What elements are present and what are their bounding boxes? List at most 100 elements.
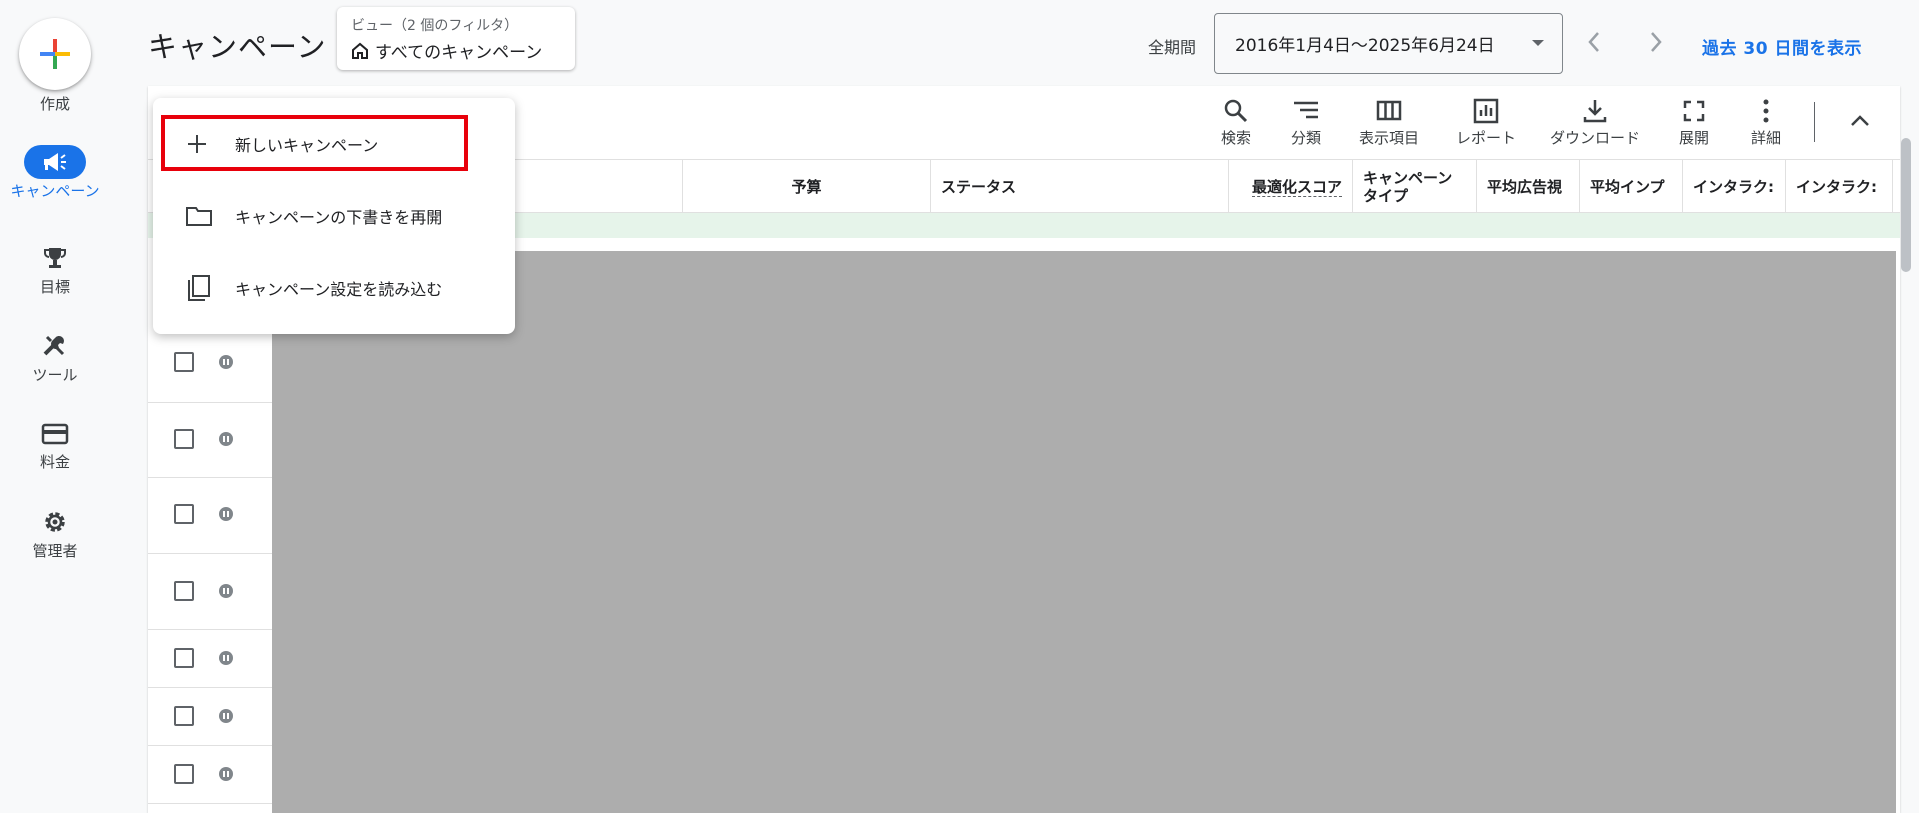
toolbar-divider (1814, 102, 1815, 142)
reports-button[interactable]: レポート (1446, 98, 1526, 148)
menu-item-resume-draft[interactable]: キャンペーンの下書きを再開 (153, 187, 515, 245)
table-row[interactable] (148, 688, 272, 746)
row-checkbox[interactable] (174, 504, 194, 524)
nav-item-campaigns[interactable]: キャンペーン (0, 145, 110, 200)
table-row[interactable] (148, 630, 272, 688)
row-checkbox[interactable] (174, 648, 194, 668)
paused-status-icon (219, 651, 233, 665)
column-header-label: インタラク: (1693, 178, 1774, 196)
reports-label: レポート (1455, 129, 1516, 147)
more-label: 詳細 (1750, 129, 1781, 147)
nav-item-tools[interactable]: ツール (0, 332, 110, 385)
home-icon (352, 42, 368, 59)
dropdown-caret-icon (1532, 40, 1544, 46)
column-header-label: 平均インプ (1590, 178, 1665, 196)
chevron-left-icon[interactable] (1586, 30, 1602, 54)
tools-icon (43, 335, 65, 356)
columns-icon (1376, 100, 1402, 121)
nav-item-label: キャンペーン (10, 182, 100, 200)
expand-button[interactable]: 展開 (1674, 98, 1714, 148)
column-header-campaign-type[interactable]: キャンペーン タイプ (1352, 160, 1476, 214)
column-header-optimization-score[interactable]: 最適化スコア (1228, 160, 1352, 214)
create-button[interactable] (19, 18, 91, 90)
chevron-right-icon[interactable] (1648, 30, 1664, 54)
column-header-label: インタラク: (1796, 178, 1877, 196)
column-header-label: 最適化スコア (1251, 177, 1342, 197)
search-label: 検索 (1220, 129, 1251, 147)
column-header-label: 予算 (791, 178, 822, 196)
nav-item-goals[interactable]: 目標 (0, 244, 110, 297)
search-button[interactable]: 検索 (1206, 98, 1266, 148)
show-last-30-days-link[interactable]: 過去 30 日間を表示 (1702, 34, 1862, 59)
plus-colorful-icon (40, 39, 70, 69)
download-button[interactable]: ダウンロード (1540, 98, 1650, 148)
table-row[interactable] (148, 478, 272, 554)
highlight-box (161, 115, 468, 171)
paused-status-icon (219, 709, 233, 723)
fullscreen-icon (1683, 100, 1705, 122)
column-header-avg-impressions[interactable]: 平均インプ (1579, 160, 1682, 214)
credit-card-icon (41, 423, 69, 445)
segment-icon (1294, 101, 1318, 119)
download-icon (1583, 100, 1607, 123)
search-icon (1224, 99, 1248, 123)
columns-label: 表示項目 (1358, 129, 1419, 147)
column-header-label: ステータス (941, 178, 1017, 196)
nav-item-label: ツール (32, 366, 78, 384)
paused-status-icon (219, 584, 233, 598)
more-vert-icon (1763, 99, 1769, 123)
view-subtitle: ビュー（2 個のフィルタ） (351, 18, 519, 34)
date-range-select[interactable]: 2016年1月4日〜2025年6月24日 (1214, 13, 1563, 74)
date-range-value: 2016年1月4日〜2025年6月24日 (1235, 36, 1495, 56)
folder-icon (186, 207, 212, 226)
row-checkbox[interactable] (174, 581, 194, 601)
nav-item-billing[interactable]: 料金 (0, 421, 110, 472)
trophy-icon (44, 248, 66, 268)
column-header-interactions[interactable]: インタラク: (1682, 160, 1785, 214)
column-header-label: タイプ (1363, 187, 1409, 205)
column-header-label: 平均広告視 (1487, 178, 1563, 196)
paused-status-icon (219, 507, 233, 521)
column-header-budget[interactable]: 予算 (682, 160, 930, 214)
table-row[interactable] (148, 746, 272, 804)
vertical-scrollbar[interactable] (1901, 138, 1911, 272)
page-title: キャンペーン (148, 30, 327, 64)
table-row[interactable] (148, 328, 272, 403)
table-row[interactable] (148, 554, 272, 630)
nav-item-admin[interactable]: 管理者 (0, 508, 110, 561)
view-selector[interactable]: ビュー（2 個のフィルタ） すべてのキャンペーン (337, 7, 575, 70)
column-header-avg-viewable[interactable]: 平均広告視 (1476, 160, 1579, 214)
side-nav: 作成 キャンペーン 目標 ツール 料金 管理者 (0, 0, 110, 813)
more-button[interactable]: 詳細 (1746, 98, 1786, 148)
menu-item-load-settings[interactable]: キャンペーン設定を読み込む (153, 259, 515, 317)
table-row[interactable] (148, 403, 272, 478)
download-label: ダウンロード (1549, 129, 1640, 147)
redacted-table-area (272, 251, 1896, 813)
segment-button[interactable]: 分類 (1276, 98, 1336, 148)
paused-status-icon (219, 355, 233, 369)
column-header-label: キャンペーン (1363, 169, 1453, 187)
column-header-interaction-rate[interactable]: インタラク: (1785, 160, 1893, 214)
row-checkbox[interactable] (174, 429, 194, 449)
column-header-status[interactable]: ステータス (930, 160, 1228, 214)
row-checkbox[interactable] (174, 706, 194, 726)
create-menu: 新しいキャンペーン キャンペーンの下書きを再開 キャンペーン設定を読み込む (153, 98, 515, 334)
expand-label: 展開 (1678, 129, 1709, 147)
row-checkbox[interactable] (174, 352, 194, 372)
create-label: 作成 (39, 95, 70, 113)
paused-status-icon (219, 767, 233, 781)
table-row[interactable] (148, 804, 272, 813)
nav-item-label: 目標 (39, 278, 70, 296)
chevron-up-icon[interactable] (1848, 110, 1872, 130)
period-label: 全期間 (1148, 38, 1197, 57)
reports-icon (1473, 98, 1499, 124)
row-checkbox[interactable] (174, 764, 194, 784)
menu-item-label: キャンペーンの下書きを再開 (235, 208, 443, 227)
segment-label: 分類 (1290, 129, 1321, 147)
columns-button[interactable]: 表示項目 (1351, 98, 1427, 148)
nav-item-label: 管理者 (32, 542, 78, 560)
megaphone-icon (44, 153, 66, 171)
menu-item-label: キャンペーン設定を読み込む (235, 280, 443, 299)
copy-icon (188, 275, 210, 301)
paused-status-icon (219, 432, 233, 446)
